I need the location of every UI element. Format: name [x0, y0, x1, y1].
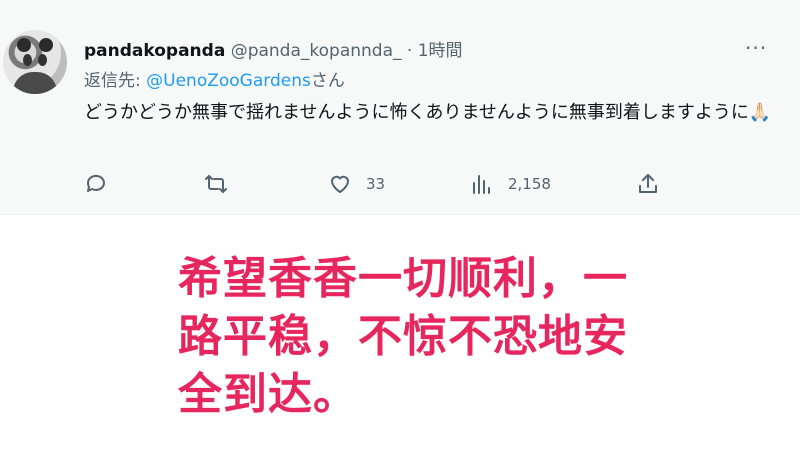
tweet-time[interactable]: 1時間 [418, 41, 463, 61]
avatar-ear [39, 38, 53, 52]
reply-mention-link[interactable]: @UenoZooGardens [146, 71, 311, 91]
user-handle[interactable]: @panda_kopannda_ [231, 41, 402, 61]
reply-icon [86, 174, 105, 192]
share-icon [639, 174, 657, 193]
avatar[interactable] [3, 30, 67, 94]
tweet-text: どうかどうか無事で揺れませんように怖くありませんように無事到着しますように🙏🏻 [84, 102, 772, 123]
retweet-button[interactable] [204, 172, 228, 196]
reply-prefix: 返信先: [84, 71, 147, 91]
avatar-eye [38, 54, 47, 66]
translation-caption: 希望香香一切顺利，一路平稳，不惊不恐地安全到达。 [178, 253, 628, 420]
retweet-icon [205, 175, 227, 193]
views-icon [473, 175, 490, 194]
avatar-ear [17, 38, 31, 52]
reply-button[interactable] [84, 172, 108, 196]
tweet-header: pandakopanda @panda_kopannda_ · 1時間 [84, 36, 463, 61]
separator-dot: · [406, 41, 413, 61]
share-button[interactable] [636, 172, 660, 196]
views-button[interactable]: 2,158 [470, 172, 551, 196]
like-button[interactable]: 33 [328, 172, 385, 196]
like-count: 33 [366, 175, 386, 193]
tweet-actions: 33 2,158 [0, 168, 800, 200]
reply-suffix: さん [310, 71, 345, 91]
heart-icon [331, 175, 349, 193]
avatar-eye [23, 54, 32, 66]
more-horizontal-icon[interactable]: ··· [745, 36, 767, 60]
reply-to-line: 返信先: @UenoZooGardensさん [84, 66, 345, 91]
tweet-card[interactable]: pandakopanda @panda_kopannda_ · 1時間 ··· … [0, 0, 800, 215]
views-count: 2,158 [508, 175, 551, 193]
avatar-body [13, 72, 57, 94]
display-name[interactable]: pandakopanda [84, 41, 225, 61]
